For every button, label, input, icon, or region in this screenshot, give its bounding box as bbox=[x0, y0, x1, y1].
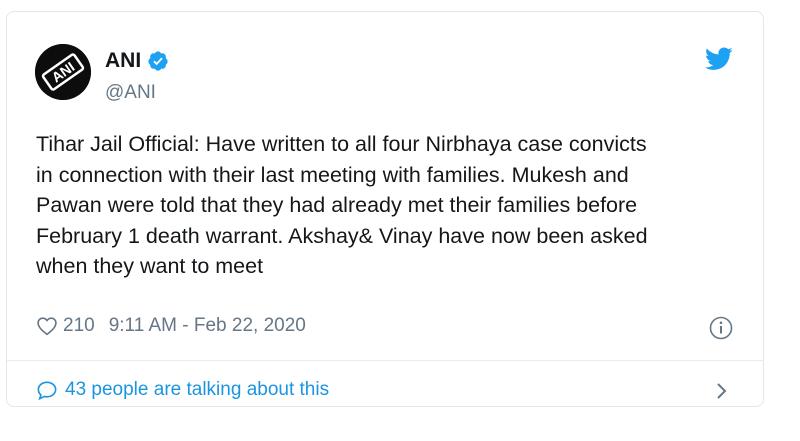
like-count[interactable]: 210 bbox=[63, 315, 95, 337]
talking-about-link[interactable]: 43 people are talking about this bbox=[36, 379, 329, 401]
chevron-right-icon[interactable] bbox=[715, 380, 729, 402]
tweet-card: ANI ANI @ANI Tihar Jail Official: Have w… bbox=[6, 11, 764, 407]
ani-logo-icon: ANI bbox=[35, 44, 91, 100]
divider bbox=[7, 360, 763, 361]
talking-about-text[interactable]: 43 people are talking about this bbox=[65, 379, 329, 401]
author-name-row: ANI bbox=[105, 49, 169, 73]
author-handle[interactable]: @ANI bbox=[105, 82, 156, 104]
tweet-timestamp[interactable]: 9:11 AM - Feb 22, 2020 bbox=[109, 315, 306, 337]
info-icon[interactable] bbox=[709, 316, 733, 340]
tweet-text: Tihar Jail Official: Have written to all… bbox=[36, 132, 648, 278]
avatar[interactable]: ANI bbox=[35, 44, 91, 100]
tweet-meta-row: 210 9:11 AM - Feb 22, 2020 bbox=[36, 315, 306, 337]
twitter-bird-icon[interactable] bbox=[704, 47, 733, 71]
heart-icon[interactable] bbox=[36, 316, 58, 336]
speech-bubble-icon bbox=[36, 380, 58, 401]
author-display-name[interactable]: ANI bbox=[105, 49, 141, 73]
verified-badge-icon bbox=[147, 50, 169, 72]
